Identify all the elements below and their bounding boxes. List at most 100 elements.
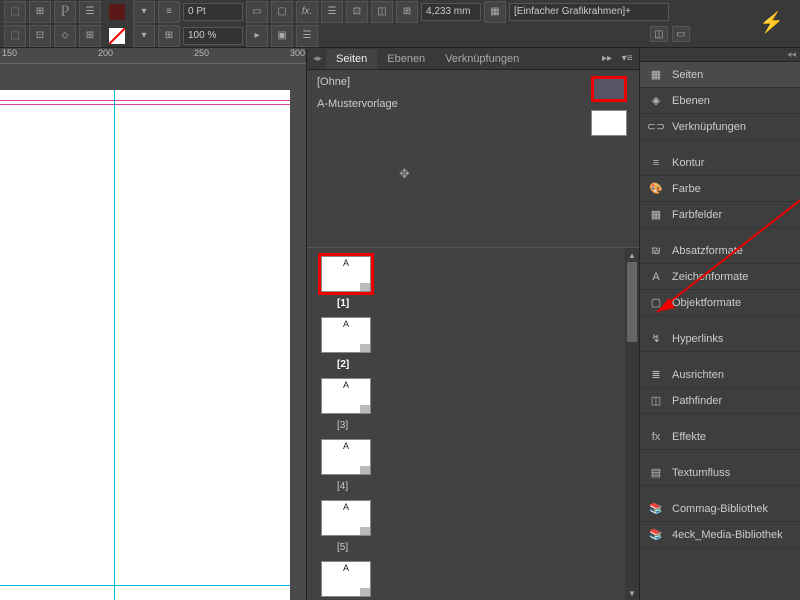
canvas-area: 150 200 250 300 bbox=[0, 48, 306, 600]
dock-item-icon: fx bbox=[648, 430, 664, 444]
master-none-thumb[interactable] bbox=[591, 76, 627, 102]
page-thumb-item[interactable]: A[4] bbox=[321, 439, 625, 492]
dock-item-icon: ▦ bbox=[648, 208, 664, 222]
page-master-label: A bbox=[343, 380, 349, 390]
column-guide bbox=[0, 585, 290, 586]
tool-icon[interactable]: ◫ bbox=[371, 1, 393, 23]
tab-ebenen[interactable]: Ebenen bbox=[377, 49, 435, 69]
dock-item-icon: ◫ bbox=[648, 394, 664, 408]
dock-item-farbe[interactable]: 🎨Farbe bbox=[640, 176, 800, 202]
dock-item-textumfluss[interactable]: ▤Textumfluss bbox=[640, 460, 800, 486]
dock-item-icon: 📚 bbox=[648, 528, 664, 542]
align-icon[interactable]: ☰ bbox=[296, 25, 318, 47]
dropdown-icon[interactable]: ▾ bbox=[133, 1, 155, 23]
dock-item-icon: ↯ bbox=[648, 332, 664, 346]
page-thumb-item[interactable]: A[1] bbox=[321, 256, 625, 309]
document-page[interactable] bbox=[0, 90, 290, 600]
page-master-label: A bbox=[343, 319, 349, 329]
page-master-label: A bbox=[343, 563, 349, 573]
panel-menu-icon[interactable]: ▾≡ bbox=[619, 51, 635, 67]
char-tool[interactable]: P bbox=[54, 1, 76, 23]
dock-item-ebenen[interactable]: ◈ Ebenen bbox=[640, 88, 800, 114]
master-none[interactable]: [Ohne] bbox=[317, 76, 629, 88]
gpu-icon[interactable]: ⚡ bbox=[759, 10, 784, 35]
scroll-thumb[interactable] bbox=[627, 262, 637, 342]
frame-style-select[interactable]: [Einfacher Grafikrahmen]+ bbox=[509, 3, 669, 21]
tool-icon[interactable]: ⬚ bbox=[4, 25, 26, 47]
tool-icon[interactable]: ⊞ bbox=[29, 1, 51, 23]
master-a[interactable]: A-Mustervorlage bbox=[317, 98, 629, 110]
collapse-icon[interactable]: ◂◂ bbox=[787, 49, 796, 60]
dock-item-eckmediabibliothek[interactable]: 📚 4eck_Media-Bibliothek bbox=[640, 522, 800, 548]
dropdown-icon[interactable]: ▾ bbox=[133, 25, 155, 47]
scrollbar[interactable]: ▲ ▼ bbox=[625, 248, 639, 600]
zoom-input[interactable]: 100 % bbox=[183, 27, 243, 45]
measure-icon: ⊞ bbox=[396, 1, 418, 23]
pages-panel: ◂▸ Seiten Ebenen Verknüpfungen ▸▸ ▾≡ [Oh… bbox=[306, 48, 640, 600]
tool-icon[interactable]: ☰ bbox=[321, 1, 343, 23]
page-view[interactable] bbox=[0, 64, 306, 600]
tool-icon[interactable]: ⊡ bbox=[346, 1, 368, 23]
dock-item-pathfinder[interactable]: ◫Pathfinder bbox=[640, 388, 800, 414]
page-fold-icon bbox=[360, 405, 370, 413]
horizontal-ruler[interactable]: 150 200 250 300 bbox=[0, 48, 306, 64]
close-tab-icon[interactable]: ◂▸ bbox=[313, 53, 322, 64]
pages-list[interactable]: ▲ ▼ A[1]A[2]A[3]A[4]A[5]A bbox=[307, 248, 639, 600]
page-thumb[interactable]: A bbox=[321, 256, 371, 292]
dock-item-objektformate[interactable]: ▢Objektformate bbox=[640, 290, 800, 316]
page-thumb-item[interactable]: A bbox=[321, 561, 625, 600]
tool-icon[interactable]: ▢ bbox=[271, 1, 293, 23]
tool-icon[interactable]: ▦ bbox=[484, 1, 506, 23]
fx-icon[interactable]: fx. bbox=[296, 1, 318, 23]
view-icon[interactable]: ▭ bbox=[672, 26, 690, 42]
dock-item-seiten[interactable]: ▦Seiten bbox=[640, 62, 800, 88]
view-icon[interactable]: ◫ bbox=[650, 26, 668, 42]
tool-icon[interactable]: ⊞ bbox=[158, 25, 180, 47]
tool-icon[interactable]: ☰ bbox=[79, 1, 101, 23]
scroll-up-icon[interactable]: ▲ bbox=[625, 248, 639, 262]
page-thumb-item[interactable]: A[2] bbox=[321, 317, 625, 370]
page-thumb[interactable]: A bbox=[321, 500, 371, 536]
dock-item-label: Ausrichten bbox=[672, 369, 724, 381]
page-thumb[interactable]: A bbox=[321, 561, 371, 597]
dock-item-zeichenformate[interactable]: AZeichenformate bbox=[640, 264, 800, 290]
scroll-down-icon[interactable]: ▼ bbox=[625, 586, 639, 600]
page-fold-icon bbox=[360, 527, 370, 535]
margin-guide bbox=[0, 104, 290, 105]
tool-icon[interactable]: ⬦ bbox=[54, 25, 76, 47]
page-number: [3] bbox=[321, 420, 625, 431]
tab-verknuepfungen[interactable]: Verknüpfungen bbox=[435, 49, 529, 69]
dock-item-ausrichten[interactable]: ≣Ausrichten bbox=[640, 362, 800, 388]
dock-item-kontur[interactable]: ≡Kontur bbox=[640, 150, 800, 176]
stroke-weight-input[interactable]: 0 Pt bbox=[183, 3, 243, 21]
tool-icon[interactable]: ⊞ bbox=[79, 25, 101, 47]
page-thumb-item[interactable]: A [3] bbox=[321, 378, 625, 431]
page-fold-icon bbox=[360, 588, 370, 596]
page-thumb-item[interactable]: A[5] bbox=[321, 500, 625, 553]
dock-item-effekte[interactable]: fx Effekte bbox=[640, 424, 800, 450]
tool-icon[interactable]: ▭ bbox=[246, 1, 268, 23]
measure-input[interactable]: 4,233 mm bbox=[421, 3, 481, 21]
dock-item-label: Effekte bbox=[672, 431, 706, 443]
page-thumb[interactable]: A bbox=[321, 439, 371, 475]
dock-item-label: 4eck_Media-Bibliothek bbox=[672, 529, 783, 541]
page-thumb[interactable]: A bbox=[321, 317, 371, 353]
master-a-thumb[interactable] bbox=[591, 110, 627, 136]
ruler-tick: 250 bbox=[194, 48, 209, 58]
collapse-icon[interactable]: ▸▸ bbox=[599, 51, 615, 67]
dock-item-verknpfungen[interactable]: ⊂⊃Verknüpfungen bbox=[640, 114, 800, 140]
tool-icon[interactable]: ⬚ bbox=[4, 1, 26, 23]
fill-swatch[interactable] bbox=[104, 1, 130, 23]
dropdown-icon[interactable]: ▸ bbox=[246, 25, 268, 47]
dock-item-farbfelder[interactable]: ▦Farbfelder bbox=[640, 202, 800, 228]
tool-icon[interactable]: ⊡ bbox=[29, 25, 51, 47]
dock-item-label: Ebenen bbox=[672, 95, 710, 107]
tab-seiten[interactable]: Seiten bbox=[326, 49, 377, 69]
dock-item-commagbibliothek[interactable]: 📚Commag-Bibliothek bbox=[640, 496, 800, 522]
dock-item-absatzformate[interactable]: ₪Absatzformate bbox=[640, 238, 800, 264]
stroke-swatch[interactable] bbox=[104, 25, 130, 47]
page-thumb[interactable]: A bbox=[321, 378, 371, 414]
dock-item-hyperlinks[interactable]: ↯Hyperlinks bbox=[640, 326, 800, 352]
align-icon[interactable]: ▣ bbox=[271, 25, 293, 47]
dock-item-icon: ◈ bbox=[648, 94, 664, 108]
